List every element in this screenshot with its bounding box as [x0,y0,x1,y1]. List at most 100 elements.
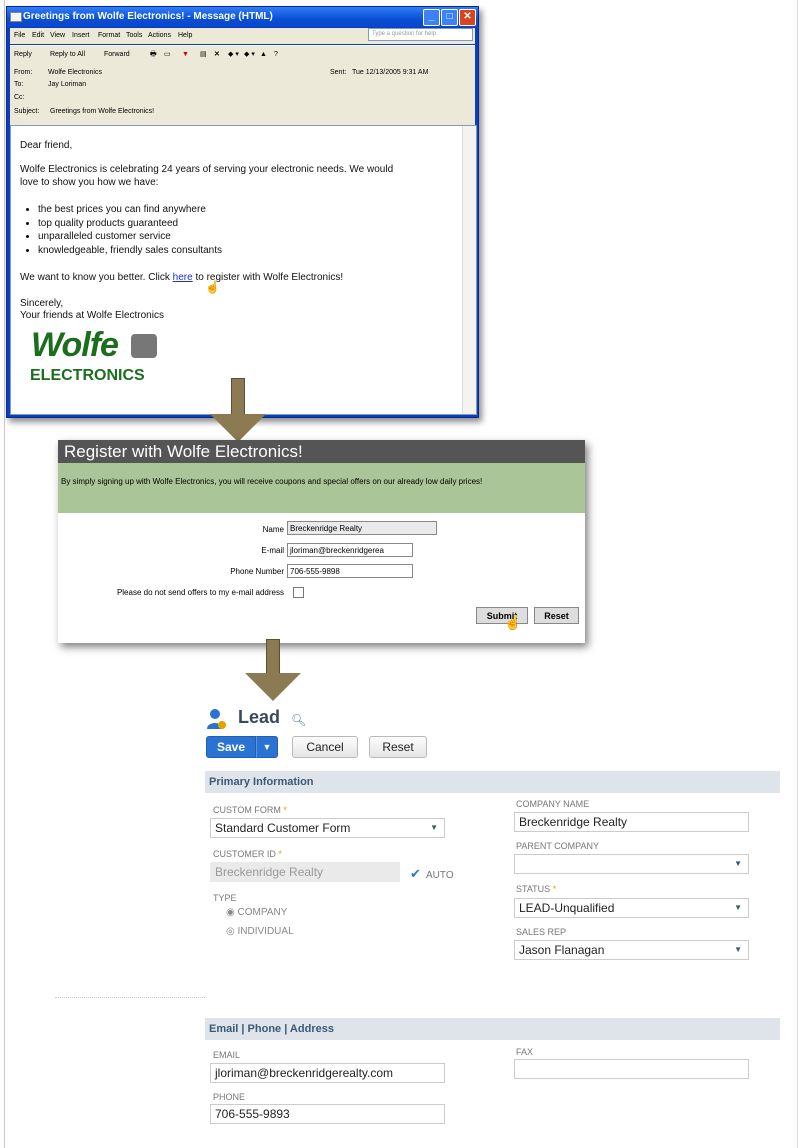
envelope-icon [10,12,22,22]
menu-file[interactable]: File [14,28,25,44]
registration-intro-text: By simply signing up with Wolfe Electron… [61,477,483,486]
reset-button[interactable]: Reset [534,607,579,624]
chevron-down-icon: ▼ [734,903,742,912]
optout-checkbox[interactable] [293,587,304,598]
intro-line-2: love to show you how we have: [20,177,159,188]
parent-company-label: PARENT COMPANY [516,841,600,851]
cancel-button[interactable]: Cancel [292,736,358,758]
company-name-value: Breckenridge Realty [519,815,628,829]
menu-edit[interactable]: Edit [32,28,44,44]
delete-icon[interactable]: ✕ [214,46,220,63]
message-toolbar: Reply Reply to All Forward 🖶 ▭ ▼ ▤ ✕ ◆ ▾… [10,45,475,63]
contact-section[interactable]: Email | Phone | Address [205,1018,780,1040]
page-border-right [797,0,798,1148]
subject-value: Greetings from Wolfe Electronics! [50,108,155,115]
menu-help[interactable]: Help [178,28,192,44]
previous-icon[interactable]: ◆ ▾ [228,46,239,63]
status-value: LEAD-Unqualified [519,901,615,915]
address-book-icon[interactable]: ▲ [260,46,267,63]
parent-company-select[interactable]: ▼ [514,854,749,874]
benefits-list: the best prices you can find anywhere to… [38,203,222,257]
phone-label: Phone Number [230,567,284,576]
cc-label: Cc: [14,94,25,101]
customer-id-label: CUSTOMER ID * [213,849,282,859]
search-icon[interactable]: 🔍︎ [291,713,306,727]
email-input[interactable]: jloriman@breckenridgerealty.com [210,1063,445,1083]
status-select[interactable]: LEAD-Unqualified ▼ [514,898,749,918]
sales-rep-label: SALES REP [516,927,567,937]
minimize-button[interactable]: _ [423,9,440,26]
wolfe-logo: Wolfe [31,326,119,364]
divider [55,997,205,998]
custom-form-label: CUSTOM FORM * [213,805,287,815]
registration-intro: By simply signing up with Wolfe Electron… [58,463,585,513]
customer-id-field: Breckenridge Realty [210,862,400,882]
signoff: Sincerely, [20,298,64,309]
forward-button[interactable]: Forward [104,46,130,63]
fax-input[interactable] [514,1059,749,1079]
menu-tools[interactable]: Tools [126,28,142,44]
electronics-logo: ELECTRONICS [30,367,145,384]
message-body: Dear friend, Wolfe Electronics is celebr… [10,125,477,415]
register-link[interactable]: here [173,272,193,283]
name-label: Name [262,525,284,534]
registration-title: Register with Wolfe Electronics! [58,440,585,463]
type-label: TYPE [213,893,237,903]
cta-line: We want to know you better. Click here t… [20,272,343,283]
print-icon[interactable]: 🖶 [150,46,157,63]
flow-arrow-down-icon [245,639,305,703]
chevron-down-icon: ▼ [734,859,742,868]
chevron-down-icon: ▼ [430,823,438,832]
save-button[interactable]: Save [206,736,256,758]
auto-label: AUTO [426,870,454,881]
company-name-label: COMPANY NAME [516,799,590,809]
page-title: Lead [238,707,281,727]
email-input[interactable]: jloriman@breckenridgerea [287,543,413,557]
reply-all-button[interactable]: Reply to All [50,46,85,63]
primary-information-section[interactable]: Primary Information [205,771,780,793]
hand-cursor-icon: ☝ [205,280,220,294]
cta-text-before: We want to know you better. Click [20,272,173,283]
sent-value: Tue 12/13/2005 9:31 AM [352,69,429,76]
custom-form-select[interactable]: Standard Customer Form ▼ [210,818,445,838]
copy-icon[interactable]: ▭ [164,46,171,63]
flag-icon[interactable]: ▼ [182,46,189,63]
sales-rep-select[interactable]: Jason Flanagan ▼ [514,940,749,960]
custom-form-value: Standard Customer Form [215,821,351,835]
maximize-button[interactable]: □ [441,9,458,26]
chevron-down-icon: ▼ [734,945,742,954]
wolf-head-icon [131,334,157,358]
name-input[interactable]: Breckenridge Realty [287,521,437,535]
vertical-scrollbar[interactable] [462,126,476,414]
email-window: Greetings from Wolfe Electronics! - Mess… [6,6,479,418]
menu-view[interactable]: View [50,28,65,44]
to-value: Jay Loriman [48,81,87,88]
menu-format[interactable]: Format [98,28,120,44]
sales-rep-value: Jason Flanagan [519,943,605,957]
customer-id-value: Breckenridge Realty [215,865,324,879]
phone-input[interactable]: 706-555-9898 [287,564,413,578]
menu-actions[interactable]: Actions [148,28,171,44]
help-icon[interactable]: ? [274,46,278,63]
menu-bar: File Edit View Insert Format Tools Actio… [10,28,475,44]
close-button[interactable]: ✕ [459,9,476,26]
reply-button[interactable]: Reply [14,46,32,63]
type-company-radio[interactable]: ◉ COMPANY [226,907,287,918]
company-name-input[interactable]: Breckenridge Realty [514,812,749,832]
save-options-chevron-down-icon[interactable]: ▼ [256,736,278,758]
move-icon[interactable]: ▤ [200,46,207,63]
menu-insert[interactable]: Insert [72,28,90,44]
reset-button[interactable]: Reset [369,736,427,758]
phone-label: PHONE [213,1092,246,1102]
message-header: From: Wolfe Electronics To: Jay Loriman … [10,63,475,125]
help-search-input[interactable]: Type a question for help [368,28,473,41]
auto-checkbox[interactable]: ✔ [410,866,421,882]
list-item: top quality products guaranteed [38,217,222,231]
window-title: Greetings from Wolfe Electronics! - Mess… [23,11,273,22]
type-individual-radio[interactable]: ◎ INDIVIDUAL [226,926,294,937]
window-titlebar[interactable]: Greetings from Wolfe Electronics! - Mess… [7,7,478,27]
next-icon[interactable]: ◆ ▾ [244,46,255,63]
registration-form: Register with Wolfe Electronics! By simp… [58,440,585,643]
phone-input[interactable]: 706-555-9893 [210,1104,445,1124]
page-border-left [4,0,5,1148]
